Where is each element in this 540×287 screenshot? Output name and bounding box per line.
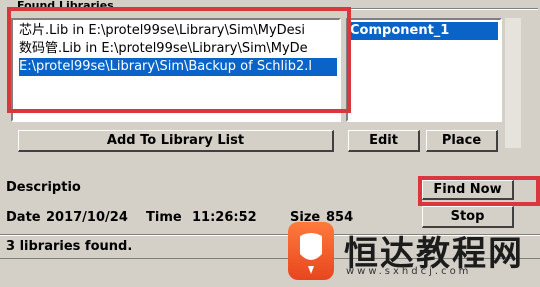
date-label: Date	[6, 210, 41, 225]
components-list[interactable]: Component_1	[346, 18, 502, 122]
stop-button[interactable]: Stop	[422, 206, 514, 228]
place-button[interactable]: Place	[426, 130, 498, 152]
component-list-item-selected[interactable]: Component_1	[348, 22, 498, 40]
add-to-library-list-button[interactable]: Add To Library List	[18, 130, 334, 152]
time-label: Time	[146, 210, 182, 225]
watermark-logo-icon	[288, 222, 334, 280]
edit-button[interactable]: Edit	[348, 130, 420, 152]
status-text: 3 libraries found.	[6, 239, 133, 254]
date-value: 2017/10/24	[46, 210, 128, 225]
description-label: Descriptio	[6, 180, 81, 195]
watermark-url: www.sxhdcj.com	[346, 266, 472, 277]
vertical-scrollbar[interactable]	[505, 18, 521, 148]
time-value: 11:26:52	[192, 210, 257, 225]
highlight-box-find-now	[418, 176, 540, 206]
highlight-box-library-list	[7, 7, 351, 113]
